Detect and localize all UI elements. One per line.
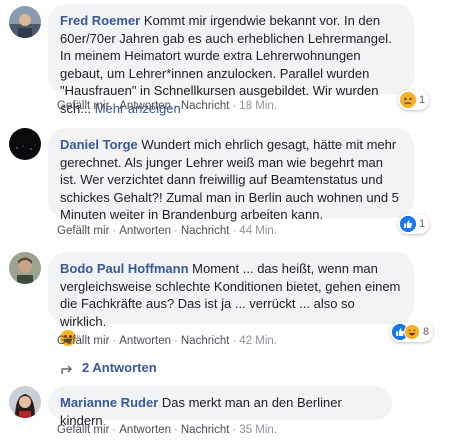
reaction-summary[interactable]: 1 [398, 214, 430, 234]
comment-author[interactable]: Daniel Torge [60, 137, 138, 152]
comment-bubble: Marianne Ruder Das merkt man an den Berl… [48, 386, 392, 428]
separator: · [174, 335, 178, 347]
separator: · [174, 225, 178, 237]
avatar[interactable] [9, 6, 41, 38]
comment-author[interactable]: Bodo Paul Hoffmann [60, 261, 189, 276]
comment-bubble: Fred Roemer Kommt mir irgendwie bekannt … [48, 4, 414, 116]
comment-author[interactable]: Marianne Ruder [60, 395, 158, 410]
comment-bubble: Bodo Paul Hoffmann Moment ... das heißt,… [48, 252, 414, 346]
reaction-summary[interactable]: 1 [398, 90, 430, 110]
reply-button[interactable]: Antworten [119, 100, 171, 112]
comment-actions: Gefällt mir · Antworten · Nachricht · 42 Min. [57, 335, 277, 347]
separator: · [112, 225, 117, 237]
message-button[interactable]: Nachricht [181, 225, 230, 237]
separator: · [174, 424, 178, 436]
separator: · [232, 225, 237, 237]
like-button[interactable]: Gefällt mir [57, 335, 109, 347]
separator: · [232, 100, 237, 112]
reply-button[interactable]: Antworten [119, 225, 171, 237]
like-button[interactable]: Gefällt mir [57, 225, 109, 237]
message-button[interactable]: Nachricht [181, 424, 230, 436]
like-button[interactable]: Gefällt mir [57, 424, 109, 436]
separator: · [232, 335, 237, 347]
timestamp[interactable]: 18 Min. [239, 100, 277, 112]
reaction-count: 1 [419, 218, 426, 230]
comment-actions: Gefällt mir · Antworten · Nachricht · 35 Min. [57, 424, 277, 436]
like-button[interactable]: Gefällt mir [57, 100, 109, 112]
message-button[interactable]: Nachricht [181, 335, 230, 347]
reaction-summary[interactable]: 8 [390, 322, 434, 342]
view-replies-link[interactable]: 2 Antworten [60, 360, 157, 375]
comment-actions: Gefällt mir · Antworten · Nachricht · 18 Min. [57, 100, 277, 112]
separator: · [112, 100, 117, 112]
separator: · [112, 335, 117, 347]
comment-bubble: Daniel Torge Wundert mich ehrlich gesagt… [48, 128, 414, 222]
reply-arrow-icon [60, 360, 74, 375]
reply-button[interactable]: Antworten [119, 424, 171, 436]
reply-button[interactable]: Antworten [119, 335, 171, 347]
timestamp[interactable]: 35 Min. [239, 424, 277, 436]
sad-reaction-icon [400, 92, 416, 108]
timestamp[interactable]: 44 Min. [239, 225, 277, 237]
avatar[interactable] [9, 128, 41, 160]
separator: · [232, 424, 237, 436]
timestamp[interactable]: 42 Min. [239, 335, 277, 347]
reaction-count: 8 [423, 326, 430, 338]
separator: · [174, 100, 178, 112]
like-reaction-icon [400, 216, 416, 232]
comment-author[interactable]: Fred Roemer [60, 13, 140, 28]
haha-reaction-icon [404, 324, 420, 340]
reaction-count: 1 [419, 94, 426, 106]
avatar[interactable] [9, 252, 41, 284]
separator: · [112, 424, 117, 436]
avatar[interactable] [9, 386, 41, 418]
comment-actions: Gefällt mir · Antworten · Nachricht · 44 Min. [57, 225, 277, 237]
replies-label[interactable]: 2 Antworten [82, 360, 157, 375]
message-button[interactable]: Nachricht [181, 100, 230, 112]
